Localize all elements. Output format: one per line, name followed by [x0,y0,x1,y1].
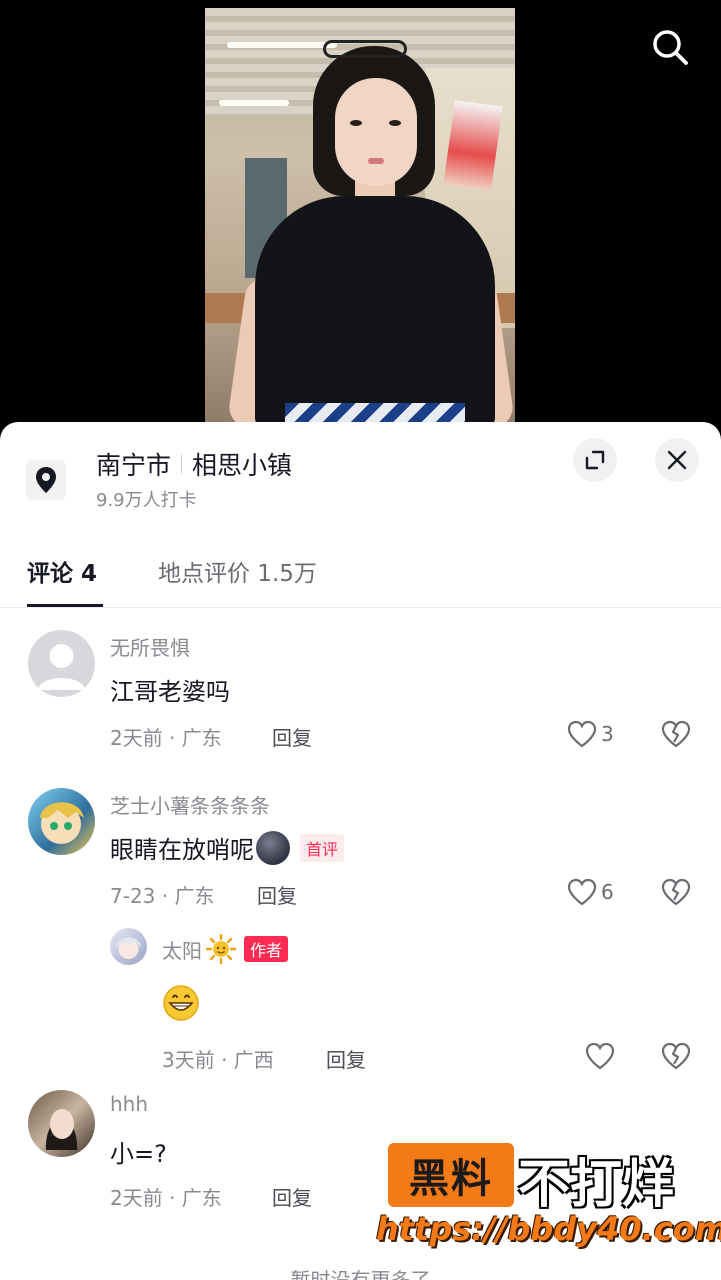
reply-button[interactable]: 回复 [272,722,312,751]
sun-emoji-icon [206,934,236,964]
location-pin-icon [36,467,56,493]
checkin-count: 9.9万人打卡 [96,490,197,511]
avatar[interactable] [28,788,95,855]
comment-meta: 2天前 · 广东 [110,1186,222,1210]
first-comment-badge: 首评 [300,833,345,862]
reply-button[interactable]: 回复 [272,1182,312,1211]
broken-heart-icon [661,720,691,748]
close-icon [667,450,687,470]
reply-avatar[interactable] [110,928,147,965]
avatar[interactable] [28,1090,95,1157]
reply-meta: 3天前 · 广西 [162,1048,274,1072]
video-person-face [335,78,417,186]
cartoon-avatar-icon [40,802,84,844]
no-more-comments: 暂时没有更多了 [290,1268,431,1280]
dislike-button[interactable] [661,720,691,752]
active-tab-indicator [27,604,103,607]
reply-button[interactable]: 回复 [257,880,297,909]
broken-heart-icon [661,878,691,906]
tab-comments[interactable]: 评论 4 [27,554,97,588]
photo-avatar-icon [45,1109,78,1150]
comment-username[interactable]: hhh [110,1092,148,1116]
title-divider [181,455,183,473]
watermark-logo-box: 黑料 [388,1143,514,1207]
like-button[interactable]: 3 [567,720,614,748]
reply-username[interactable]: 太阳 [162,935,202,964]
default-avatar-icon [38,644,85,690]
comment-text: 小=? [110,1140,167,1168]
heart-outline-icon [567,878,597,906]
video-ceiling-light [227,42,337,48]
video-ceiling-light [219,100,289,106]
comment-text: 眼睛在放哨呢 [110,836,254,864]
like-count: 3 [601,722,614,746]
grinning-emoji-icon [163,985,199,1021]
avatar[interactable] [28,630,95,697]
reply-username-row: 太阳 作者 [162,934,289,964]
tab-bar: 评论 4 地点评价 1.5万 [0,540,721,608]
video-person-lips [368,158,384,164]
author-badge: 作者 [244,936,289,962]
location-place: 相思小镇 [192,451,293,480]
search-button[interactable] [645,22,695,72]
like-count: 6 [601,880,614,904]
comment-text-row: 眼睛在放哨呢 首评 [110,830,345,865]
video-person-sunglasses [323,40,407,58]
video-person-shirt [255,196,495,428]
close-button[interactable] [655,438,699,482]
expand-icon [585,450,605,470]
comment-meta: 2天前 · 广东 [110,726,222,750]
location-title[interactable]: 南宁市 相思小镇 [96,444,292,484]
comment-item: 芝士小薯条条条条 眼睛在放哨呢 首评 7-23 · 广东 回复 6 太阳 作者 … [0,788,721,1088]
video-player[interactable] [0,0,721,440]
like-button[interactable]: 6 [567,878,614,906]
emoji-icon [256,830,290,865]
location-icon-box [26,460,66,500]
comment-text: 江哥老婆吗 [110,678,230,706]
like-button[interactable] [585,1042,615,1070]
watermark-text: 不打烊 [518,1155,675,1215]
video-person-eye [350,120,362,126]
heart-outline-icon [567,720,597,748]
broken-heart-icon [661,1042,691,1070]
comment-meta: 7-23 · 广东 [110,884,215,908]
reply-emoji [162,984,200,1026]
video-frame[interactable] [205,8,515,428]
comment-item: 无所畏惧 江哥老婆吗 2天前 · 广东 回复 3 [0,628,721,768]
comment-username[interactable]: 无所畏惧 [110,632,190,661]
video-person-eye [389,120,401,126]
expand-button[interactable] [573,438,617,482]
reply-button[interactable]: 回复 [326,1044,366,1073]
watermark-url: https://bbdy40.com [376,1210,721,1248]
dislike-button[interactable] [661,878,691,910]
tab-place-reviews[interactable]: 地点评价 1.5万 [158,554,317,588]
anime-avatar-icon [116,937,141,959]
comment-username[interactable]: 芝士小薯条条条条 [110,790,270,819]
location-city: 南宁市 [96,451,172,480]
search-icon [653,30,688,65]
dislike-button[interactable] [661,1042,691,1074]
heart-outline-icon [585,1042,615,1070]
